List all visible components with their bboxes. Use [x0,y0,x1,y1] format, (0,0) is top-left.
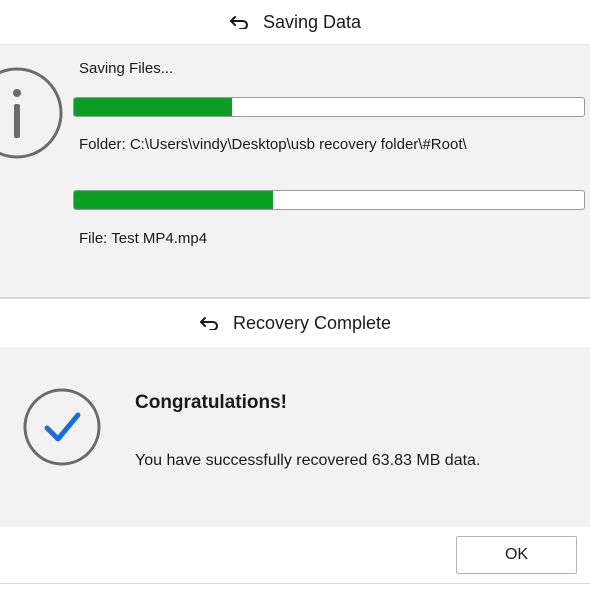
complete-dialog-title: Recovery Complete [232,312,392,333]
undo-arrow-icon [199,316,221,330]
saving-dialog-title: Saving Data [262,11,362,32]
undo-arrow-icon [229,15,251,29]
folder-path-label: Folder: C:\Users\vindy\Desktop\usb recov… [79,136,467,153]
file-progress-fill [74,191,273,209]
bottom-divider [0,583,590,584]
success-message: You have successfully recovered 63.83 MB… [135,452,481,469]
recovery-complete-dialog: Recovery Complete Congratulations! You h… [0,297,590,597]
saving-data-dialog: Saving Data Saving Files... Folder: C:\U… [0,0,590,297]
saving-dialog-titlebar: Saving Data [0,0,590,45]
ok-button[interactable]: OK [456,536,577,574]
check-circle-icon [22,387,102,472]
file-name-label: File: Test MP4.mp4 [79,230,208,247]
congratulations-heading: Congratulations! [135,392,287,413]
folder-progress-fill [74,98,233,116]
info-icon [0,66,64,165]
folder-progress-bar [73,97,585,117]
complete-dialog-titlebar: Recovery Complete [0,297,590,348]
saving-files-label: Saving Files... [79,60,174,77]
file-progress-bar [73,190,585,210]
